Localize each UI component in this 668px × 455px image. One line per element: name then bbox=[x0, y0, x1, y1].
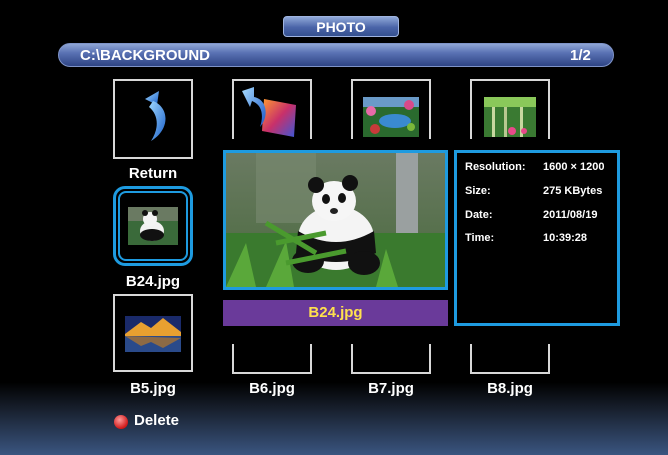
resolution-value: 1600 × 1200 bbox=[543, 161, 605, 173]
panda-thumbnail bbox=[128, 207, 178, 245]
forest-thumbnail[interactable] bbox=[470, 79, 550, 139]
time-label: Time: bbox=[465, 232, 495, 244]
time-value: 10:39:28 bbox=[543, 232, 588, 244]
photo-browser-screen: PHOTO C:\BACKGROUND 1/2 Return B24.jpg B… bbox=[0, 0, 668, 455]
forest-image bbox=[484, 97, 536, 137]
mountain-lake-image bbox=[125, 316, 181, 352]
b7-label: B7.jpg bbox=[368, 380, 414, 397]
size-label: Size: bbox=[465, 185, 491, 197]
delete-label[interactable]: Delete bbox=[134, 412, 179, 429]
b24-label: B24.jpg bbox=[125, 273, 181, 290]
garden-image bbox=[363, 97, 419, 137]
folder-icon bbox=[242, 87, 296, 137]
b7-thumbnail[interactable] bbox=[351, 344, 431, 374]
garden-thumbnail[interactable] bbox=[351, 79, 431, 139]
date-value: 2011/08/19 bbox=[543, 209, 598, 221]
return-arrow-icon bbox=[145, 91, 166, 141]
b8-thumbnail[interactable] bbox=[470, 344, 550, 374]
b6-thumbnail[interactable] bbox=[232, 344, 312, 374]
b5-label: B5.jpg bbox=[130, 380, 176, 397]
b5-thumbnail[interactable] bbox=[113, 294, 193, 372]
return-thumbnail[interactable] bbox=[113, 79, 193, 159]
panda-photo bbox=[226, 153, 445, 287]
b8-label: B8.jpg bbox=[487, 380, 533, 397]
file-info-panel: Resolution: 1600 × 1200 Size: 275 KBytes… bbox=[454, 150, 620, 326]
date-label: Date: bbox=[465, 209, 493, 221]
page-title: PHOTO bbox=[283, 16, 399, 37]
b6-label: B6.jpg bbox=[249, 380, 295, 397]
size-value: 275 KBytes bbox=[543, 185, 603, 197]
b24-thumbnail[interactable] bbox=[118, 191, 188, 261]
preview-caption: B24.jpg bbox=[223, 300, 448, 326]
delete-red-button-icon[interactable] bbox=[114, 415, 128, 429]
folder-thumbnail[interactable] bbox=[232, 79, 312, 139]
return-label: Return bbox=[128, 165, 178, 182]
current-path: C:\BACKGROUND bbox=[80, 47, 210, 64]
resolution-label: Resolution: bbox=[465, 161, 526, 173]
image-preview bbox=[223, 150, 448, 290]
page-indicator: 1/2 bbox=[570, 47, 591, 64]
